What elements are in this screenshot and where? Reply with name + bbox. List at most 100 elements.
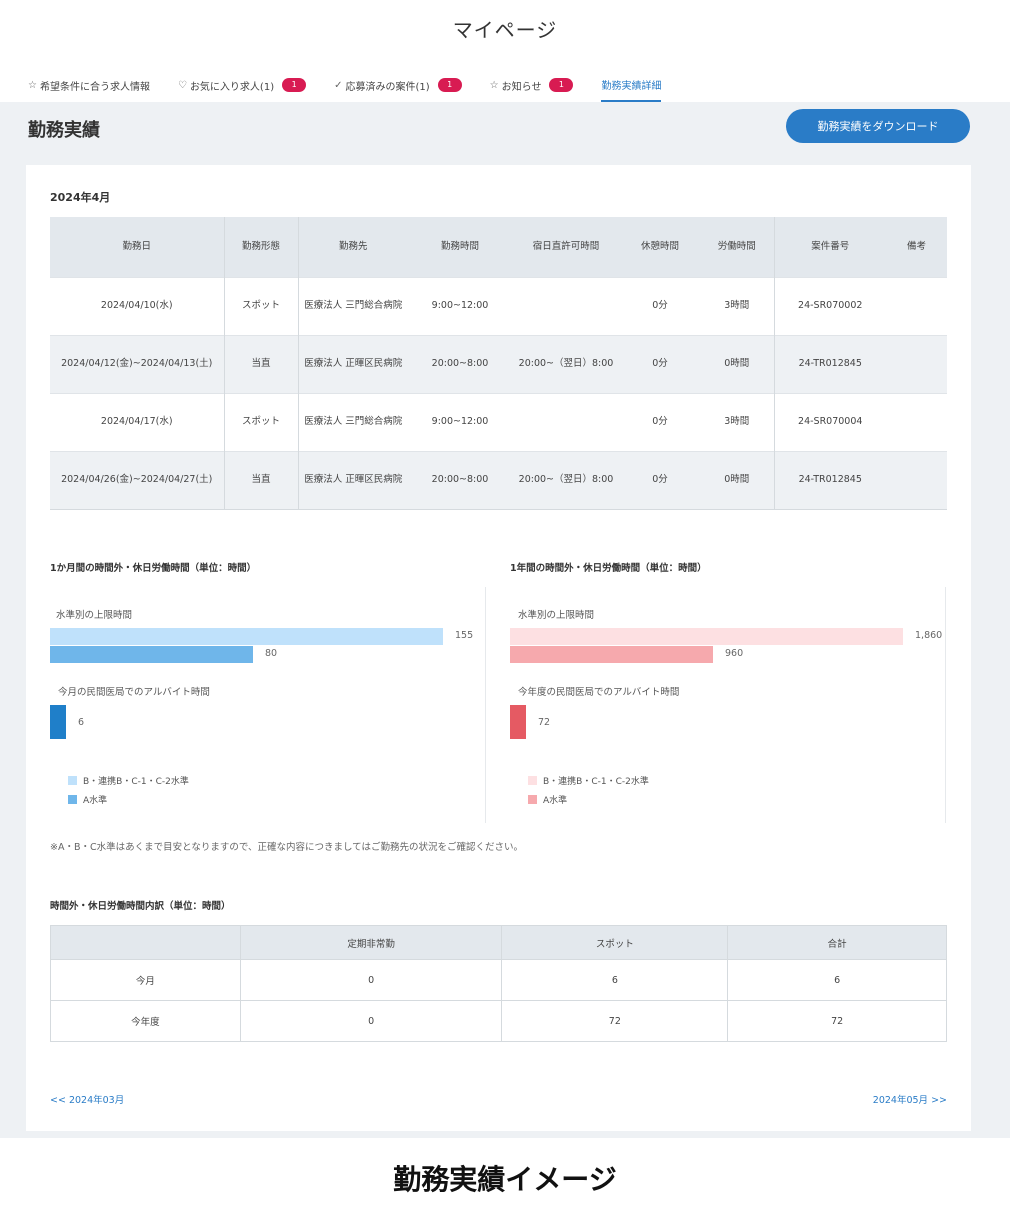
- column-header: 勤務日: [50, 217, 224, 277]
- legend-item: B・連携B・C-1・C-2水準: [68, 774, 189, 787]
- chart-bar: [50, 628, 443, 645]
- image-caption: 勤務実績イメージ: [393, 1163, 617, 1196]
- tab-applied[interactable]: ✓ 応募済みの案件(1) 1: [334, 68, 462, 102]
- table-cell: [886, 392, 947, 451]
- tab-label: 勤務実績詳細: [601, 80, 662, 92]
- page-title: マイページ: [452, 18, 558, 42]
- column-header: 案件番号: [773, 217, 886, 277]
- legend-swatch: [528, 776, 537, 785]
- table-cell: 20:00~8:00: [408, 450, 512, 510]
- table-row: 2024/04/10(水) スポット 医療法人 三門総合病院 9:00~12:0…: [50, 276, 947, 335]
- table-cell: 24-SR070002: [773, 276, 886, 335]
- tab-work-record[interactable]: 勤務実績詳細: [601, 68, 662, 102]
- table-cell: 0分: [620, 334, 700, 393]
- breakdown-title: 時間外・休日労働時間内訳（単位：時間）: [50, 901, 231, 912]
- table-cell: 0分: [620, 450, 700, 510]
- tab-notices[interactable]: ☆ お知らせ 1: [490, 68, 574, 102]
- column-header: 定期非常勤: [239, 925, 503, 960]
- legend-item: A水準: [528, 793, 567, 806]
- table-cell: 今月: [50, 959, 241, 1001]
- chart-bar: [50, 705, 66, 739]
- column-header: 労働時間: [700, 217, 774, 277]
- tab-favorites[interactable]: ♡ お気に入り求人(1) 1: [177, 68, 307, 102]
- table-cell: 医療法人 三門総合病院: [297, 392, 408, 451]
- prev-month-link[interactable]: << 2024年03月: [50, 1092, 124, 1106]
- download-record-button[interactable]: 勤務実績をダウンロード: [786, 109, 970, 143]
- bar-value-label: 155: [455, 630, 474, 641]
- chart-title-yearly: 1年間の時間外・休日労働時間（単位：時間）: [510, 563, 707, 574]
- legend-swatch: [68, 776, 77, 785]
- chart-monthly: 水準別の上限時間 155 80 今月の民間医局でのアルバイト時間 6 B・連携B…: [50, 587, 486, 823]
- tab-label: お知らせ: [501, 81, 542, 93]
- bar-value-label: 80: [265, 648, 278, 659]
- column-header: 勤務先: [297, 217, 408, 277]
- table-row: 今月 0 6 6: [50, 959, 947, 1001]
- table-cell: 0分: [620, 392, 700, 451]
- legend-item: B・連携B・C-1・C-2水準: [528, 774, 649, 787]
- bar-value-label: 1,860: [915, 630, 943, 641]
- table-cell: 医療法人 正暉区民病院: [297, 450, 408, 510]
- table-cell: 0: [239, 1000, 503, 1042]
- table-cell: 医療法人 正暉区民病院: [297, 334, 408, 393]
- chart-title-monthly: 1か月間の時間外・休日労働時間（単位：時間）: [50, 563, 257, 574]
- heart-icon: ♡: [177, 79, 187, 91]
- table-row: 2024/04/17(水) スポット 医療法人 三門総合病院 9:00~12:0…: [50, 392, 947, 451]
- table-cell: [886, 334, 947, 393]
- legend-label: A水準: [543, 796, 568, 806]
- column-header: 備考: [886, 217, 947, 277]
- tab-bar: ☆ 希望条件に合う求人情報 ♡ お気に入り求人(1) 1 ✓ 応募済みの案件(1…: [28, 68, 982, 102]
- column-header: 宿日直許可時間: [512, 217, 620, 277]
- table-cell: 9:00~12:00: [408, 276, 512, 335]
- tab-label: 希望条件に合う求人情報: [39, 81, 150, 93]
- notification-badge: 1: [437, 78, 462, 92]
- table-cell: 当直: [223, 450, 298, 510]
- table-cell: 24-TR012845: [773, 450, 886, 510]
- notification-badge: 1: [549, 78, 574, 92]
- table-cell: 今年度: [50, 1000, 241, 1042]
- notification-badge: 1: [282, 78, 307, 92]
- table-header-row: 勤務日 勤務形態 勤務先 勤務時間 宿日直許可時間 休憩時間 労働時間 案件番号…: [50, 217, 947, 277]
- table-cell: スポット: [223, 276, 298, 335]
- next-month-link[interactable]: 2024年05月 >>: [873, 1092, 947, 1106]
- table-cell: 医療法人 三門総合病院: [297, 276, 408, 335]
- table-cell: [512, 276, 620, 335]
- chart-group-label: 水準別の上限時間: [518, 610, 595, 621]
- table-cell: 72: [727, 1000, 947, 1042]
- legend-swatch: [68, 795, 77, 804]
- table-cell: 72: [501, 1000, 729, 1042]
- bell-icon: ☆: [489, 79, 499, 91]
- table-cell: 24-SR070004: [773, 392, 886, 451]
- column-header: 休憩時間: [620, 217, 700, 277]
- bar-value-label: 72: [538, 717, 551, 728]
- disclaimer-note: ※A・B・C水準はあくまで目安となりますので、正確な内容につきましてはご勤務先の…: [50, 842, 523, 853]
- table-cell: 0: [239, 959, 503, 1001]
- table-cell: 0分: [620, 276, 700, 335]
- table-cell: 2024/04/17(水): [50, 392, 224, 451]
- table-cell: 3時間: [700, 276, 774, 335]
- table-cell: スポット: [223, 392, 298, 451]
- table-cell: [886, 450, 947, 510]
- table-cell: 0時間: [700, 450, 774, 510]
- chart-bar: [510, 646, 713, 663]
- legend-label: B・連携B・C-1・C-2水準: [83, 777, 189, 787]
- table-cell: [512, 392, 620, 451]
- work-record-card: 2024年4月 勤務日 勤務形態 勤務先 勤務時間 宿日直許可時間 休憩時間 労…: [26, 165, 971, 1131]
- chart-group-label: 水準別の上限時間: [56, 610, 133, 621]
- table-cell: 3時間: [700, 392, 774, 451]
- table-cell: 2024/04/10(水): [50, 276, 224, 335]
- table-cell: 2024/04/26(金)~2024/04/27(土): [50, 450, 224, 510]
- bar-value-label: 960: [725, 648, 744, 659]
- breakdown-table: 定期非常勤 スポット 合計 今月 0 6 6 今年度 0 72 72: [50, 925, 947, 1042]
- column-header: 合計: [727, 925, 947, 960]
- table-row: 今年度 0 72 72: [50, 1000, 947, 1042]
- chart-yearly: 水準別の上限時間 1,860 960 今年度の民間医局でのアルバイト時間 72 …: [510, 587, 946, 823]
- tab-label: お気に入り求人(1): [189, 81, 275, 93]
- tab-recommended-jobs[interactable]: ☆ 希望条件に合う求人情報: [28, 68, 150, 102]
- legend-label: A水準: [83, 796, 108, 806]
- tab-label: 応募済みの案件(1): [345, 81, 430, 93]
- table-cell: 20:00~（翌日）8:00: [512, 334, 620, 393]
- chart-bar: [510, 628, 903, 645]
- legend-item: A水準: [68, 793, 107, 806]
- check-icon: ✓: [334, 79, 343, 91]
- chart-group-label: 今年度の民間医局でのアルバイト時間: [518, 687, 680, 698]
